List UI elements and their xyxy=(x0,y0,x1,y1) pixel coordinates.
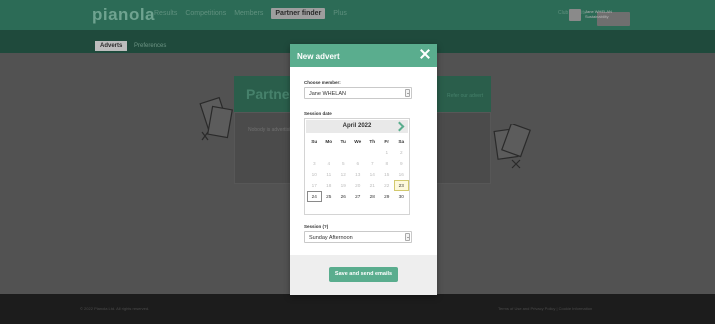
page-title: Partner xyxy=(246,86,296,102)
calendar-day: 9 xyxy=(399,161,403,166)
nav-item-results[interactable]: Results xyxy=(154,10,177,19)
session-label: Session (?) xyxy=(304,224,329,229)
nav-item-competitions[interactable]: Competitions xyxy=(185,10,226,19)
select-arrow-icon[interactable] xyxy=(405,233,410,241)
close-icon[interactable] xyxy=(418,47,432,61)
weekday-label: Fr xyxy=(384,139,390,144)
pianola-logo[interactable]: pianola xyxy=(92,5,155,25)
calendar-grid: Su Mo Tu We Th Fr Sa 1 2 3 4 5 6 7 8 9 10 11 12 13 14 15 16 17 1… xyxy=(307,136,409,202)
cards-left-illustration xyxy=(199,96,233,141)
calendar-day: 7 xyxy=(370,161,374,166)
calendar-empty-cell xyxy=(351,147,366,158)
calendar-day: 21 xyxy=(369,183,375,188)
calendar-day: 12 xyxy=(340,172,346,177)
calendar-day: 20 xyxy=(355,183,361,188)
calendar-day: 2 xyxy=(399,150,403,155)
top-navbar: pianola Results Competitions Members Par… xyxy=(0,0,715,30)
user-menu-label[interactable]: Jane WHELAN Sustainability xyxy=(585,9,621,19)
calendar-day: 4 xyxy=(327,161,331,166)
select-arrow-icon[interactable] xyxy=(405,89,410,97)
calendar-day[interactable]: 27 xyxy=(351,191,366,202)
calendar-day: 5 xyxy=(341,161,345,166)
weekday-label: Su xyxy=(311,139,318,144)
calendar-month: April 2022 xyxy=(342,123,372,129)
cards-right-illustration xyxy=(493,124,531,169)
new-advert-modal: New advert Choose member: Jane WHELAN Se… xyxy=(290,44,437,295)
calendar-day[interactable]: 30 xyxy=(394,191,409,202)
modal-footer: Save and send emails xyxy=(290,255,437,295)
calendar-day: 3 xyxy=(312,161,316,166)
calendar-week: 12 xyxy=(307,147,409,158)
calendar-day[interactable]: 24 xyxy=(307,191,322,202)
calendar-empty-cell xyxy=(322,147,337,158)
calendar-day: 1 xyxy=(385,150,389,155)
heading-right-link[interactable]: Refer our advert xyxy=(447,93,483,99)
tab-preferences[interactable]: Preferences xyxy=(129,41,171,51)
calendar-day[interactable]: 23 xyxy=(394,180,409,191)
calendar-day[interactable]: 29 xyxy=(380,191,395,202)
empty-state-text: Nobody is advertising xyxy=(248,127,296,133)
member-select[interactable]: Jane WHELAN xyxy=(304,87,412,99)
weekday-row: Su Mo Tu We Th Fr Sa xyxy=(307,136,409,147)
footer-links[interactable]: Terms of Use and Privacy Policy | Cookie… xyxy=(498,306,592,311)
chevron-right-icon[interactable] xyxy=(396,122,404,131)
main-nav: Results Competitions Members Partner fin… xyxy=(154,8,347,19)
calendar-day: 18 xyxy=(326,183,332,188)
calendar-day: 14 xyxy=(369,172,375,177)
calendar-week: 24 25 26 27 28 29 30 xyxy=(307,191,409,202)
session-date-label: Session date xyxy=(304,111,332,116)
calendar-empty-cell xyxy=(307,147,322,158)
calendar-day: 13 xyxy=(355,172,361,177)
calendar-week: 17 18 19 20 21 22 23 xyxy=(307,180,409,191)
member-label: Choose member: xyxy=(304,80,341,85)
session-select[interactable]: Sunday Afternoon xyxy=(304,231,412,243)
calendar-empty-cell xyxy=(336,147,351,158)
nav-item-plus[interactable]: Plus xyxy=(333,10,347,19)
modal-title: New advert xyxy=(297,52,340,61)
calendar-day[interactable]: 28 xyxy=(365,191,380,202)
calendar-day: 16 xyxy=(398,172,404,177)
nav-item-members[interactable]: Members xyxy=(234,10,263,19)
calendar-day[interactable]: 25 xyxy=(322,191,337,202)
calendar-header: April 2022 xyxy=(306,120,408,133)
calendar-day: 10 xyxy=(311,172,317,177)
calendar-day: 22 xyxy=(384,183,390,188)
nav-item-partner-finder[interactable]: Partner finder xyxy=(271,8,326,19)
date-picker: April 2022 Su Mo Tu We Th Fr Sa 1 2 3 4 5 6 7 8 9 10 11 12… xyxy=(304,118,410,215)
calendar-day: 19 xyxy=(340,183,346,188)
calendar-day: 15 xyxy=(384,172,390,177)
calendar-day[interactable]: 26 xyxy=(336,191,351,202)
member-select-value: Jane WHELAN xyxy=(309,91,346,97)
session-select-value: Sunday Afternoon xyxy=(309,235,353,241)
calendar-empty-cell xyxy=(365,147,380,158)
user-avatar-icon[interactable] xyxy=(569,9,581,21)
save-and-send-button[interactable]: Save and send emails xyxy=(329,267,398,282)
footer-copyright: © 2022 Pianola Ltd. All rights reserved. xyxy=(80,306,150,311)
calendar-week: 3 4 5 6 7 8 9 xyxy=(307,158,409,169)
calendar-day: 6 xyxy=(356,161,360,166)
tab-adverts[interactable]: Adverts xyxy=(95,41,128,51)
weekday-label: Th xyxy=(369,139,376,144)
weekday-label: We xyxy=(354,139,362,144)
weekday-label: Mo xyxy=(325,139,333,144)
calendar-week: 10 11 12 13 14 15 16 xyxy=(307,169,409,180)
weekday-label: Sa xyxy=(398,139,405,144)
calendar-day: 17 xyxy=(311,183,317,188)
calendar-day: 11 xyxy=(326,172,332,177)
calendar-day: 8 xyxy=(385,161,389,166)
weekday-label: Tu xyxy=(340,139,346,144)
modal-header: New advert xyxy=(290,44,437,67)
